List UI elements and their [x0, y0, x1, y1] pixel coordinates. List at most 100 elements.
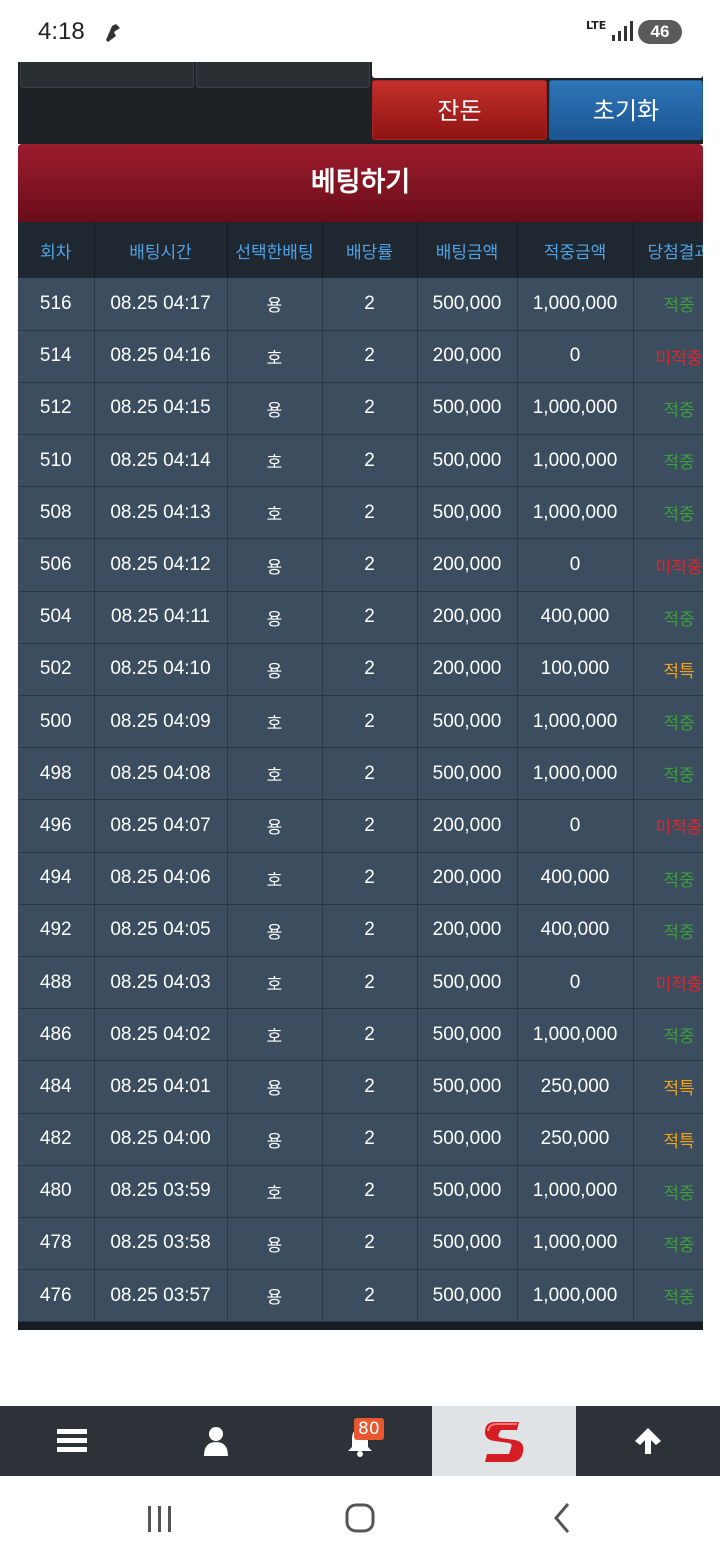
- cell-result: 적특: [633, 1113, 703, 1166]
- status-time: 4:18: [38, 18, 85, 45]
- cell-bet-amount: 500,000: [417, 1113, 518, 1166]
- cell-round: 514: [18, 330, 95, 383]
- cell-odds: 2: [322, 434, 418, 488]
- cell-round: 510: [18, 434, 95, 488]
- cell-round: 500: [18, 695, 95, 749]
- table-row: 478 08.25 03:58 용 2 500,000 1,000,000 적중: [18, 1217, 703, 1271]
- cell-bet-amount: 200,000: [417, 799, 518, 853]
- table-row: 504 08.25 04:11 용 2 200,000 400,000 적중: [18, 591, 703, 644]
- nav-scroll-top[interactable]: [576, 1406, 720, 1476]
- cell-pick: 용: [227, 591, 323, 644]
- cell-result: 적특: [633, 1060, 703, 1114]
- cell-round: 516: [18, 278, 95, 331]
- cell-bet-time: 08.25 03:57: [94, 1269, 228, 1323]
- cell-pick: 용: [227, 1217, 323, 1271]
- cell-odds: 2: [322, 1113, 418, 1166]
- nav-menu[interactable]: [0, 1406, 144, 1476]
- cell-win-amount: 1,000,000: [517, 1165, 634, 1218]
- cell-win-amount: 1,000,000: [517, 486, 634, 540]
- cell-result: 미적중: [633, 330, 703, 383]
- cell-result: 적중: [633, 747, 703, 801]
- cell-bet-amount: 500,000: [417, 956, 518, 1010]
- cell-result: 미적중: [633, 799, 703, 853]
- cell-bet-amount: 200,000: [417, 330, 518, 383]
- shoe-icon: [106, 24, 120, 42]
- select-box-1[interactable]: [20, 62, 194, 88]
- bottom-nav: 80: [0, 1406, 720, 1476]
- table-row: 506 08.25 04:12 용 2 200,000 0 미적중: [18, 538, 703, 592]
- cell-win-amount: 0: [517, 799, 634, 853]
- select-box-2[interactable]: [196, 62, 370, 88]
- cell-win-amount: 0: [517, 330, 634, 383]
- table-row: 480 08.25 03:59 호 2 500,000 1,000,000 적중: [18, 1165, 703, 1218]
- cell-win-amount: 1,000,000: [517, 434, 634, 488]
- cell-bet-time: 08.25 04:11: [94, 591, 228, 644]
- cell-win-amount: 0: [517, 956, 634, 1010]
- cell-pick: 용: [227, 643, 323, 697]
- home-icon[interactable]: [338, 1496, 382, 1540]
- cell-pick: 호: [227, 486, 323, 540]
- cell-bet-time: 08.25 04:08: [94, 747, 228, 801]
- cell-round: 506: [18, 538, 95, 592]
- cell-round: 512: [18, 382, 95, 436]
- cell-odds: 2: [322, 852, 418, 905]
- cell-result: 적중: [633, 1217, 703, 1271]
- cell-bet-amount: 500,000: [417, 1269, 518, 1323]
- header-bet-time: 배팅시간: [94, 222, 228, 278]
- cell-pick: 용: [227, 904, 323, 957]
- cell-pick: 용: [227, 1113, 323, 1166]
- nav-notifications[interactable]: 80: [288, 1406, 432, 1476]
- cell-result: 적중: [633, 1269, 703, 1323]
- cell-bet-time: 08.25 03:58: [94, 1217, 228, 1271]
- cell-result: 적중: [633, 904, 703, 957]
- network-label: LTE: [586, 19, 607, 32]
- table-row: 508 08.25 04:13 호 2 500,000 1,000,000 적중: [18, 486, 703, 540]
- cell-result: 적중: [633, 1008, 703, 1062]
- cell-bet-amount: 200,000: [417, 538, 518, 592]
- table-row: 498 08.25 04:08 호 2 500,000 1,000,000 적중: [18, 747, 703, 801]
- cell-odds: 2: [322, 956, 418, 1010]
- cell-result: 적중: [633, 695, 703, 749]
- cell-pick: 용: [227, 278, 323, 331]
- cell-win-amount: 1,000,000: [517, 1269, 634, 1323]
- cell-result: 적중: [633, 486, 703, 540]
- cell-win-amount: 100,000: [517, 643, 634, 697]
- table-row: 492 08.25 04:05 용 2 200,000 400,000 적중: [18, 904, 703, 957]
- cell-round: 482: [18, 1113, 95, 1166]
- table-row: 488 08.25 04:03 호 2 500,000 0 미적중: [18, 956, 703, 1010]
- cell-result: 적중: [633, 852, 703, 905]
- cell-bet-time: 08.25 04:16: [94, 330, 228, 383]
- cell-odds: 2: [322, 1165, 418, 1218]
- cell-round: 502: [18, 643, 95, 697]
- bet-history-table: 회차 배팅시간 선택한배팅 배당률 배팅금액 적중금액 당첨결과 51608.2…: [18, 222, 703, 1330]
- cell-bet-amount: 500,000: [417, 382, 518, 436]
- cell-bet-time: 08.25 04:09: [94, 695, 228, 749]
- cell-win-amount: 400,000: [517, 904, 634, 957]
- cell-win-amount: 250,000: [517, 1060, 634, 1114]
- back-icon[interactable]: [540, 1496, 584, 1540]
- arrow-up-icon: [635, 1428, 661, 1454]
- balance-button[interactable]: 잔돈: [372, 80, 547, 140]
- header-pick: 선택한배팅: [227, 222, 323, 278]
- reset-button[interactable]: 초기화: [549, 80, 703, 140]
- recents-icon[interactable]: [138, 1496, 182, 1540]
- system-nav-bar: [0, 1476, 720, 1560]
- cell-odds: 2: [322, 591, 418, 644]
- nav-user[interactable]: [144, 1406, 288, 1476]
- cell-odds: 2: [322, 799, 418, 853]
- cell-bet-time: 08.25 04:07: [94, 799, 228, 853]
- cell-round: 504: [18, 591, 95, 644]
- cell-bet-time: 08.25 04:15: [94, 382, 228, 436]
- cell-bet-time: 08.25 03:59: [94, 1165, 228, 1218]
- cell-result: 적중: [633, 382, 703, 436]
- signal-icon: [612, 21, 633, 41]
- cell-round: 484: [18, 1060, 95, 1114]
- amount-input[interactable]: [372, 62, 703, 78]
- cell-odds: 2: [322, 278, 418, 331]
- bet-button[interactable]: 베팅하기: [18, 144, 703, 222]
- cell-win-amount: 1,000,000: [517, 747, 634, 801]
- nav-home-logo[interactable]: [432, 1406, 576, 1476]
- table-row: 484 08.25 04:01 용 2 500,000 250,000 적특: [18, 1060, 703, 1114]
- cell-odds: 2: [322, 330, 418, 383]
- cell-bet-amount: 200,000: [417, 591, 518, 644]
